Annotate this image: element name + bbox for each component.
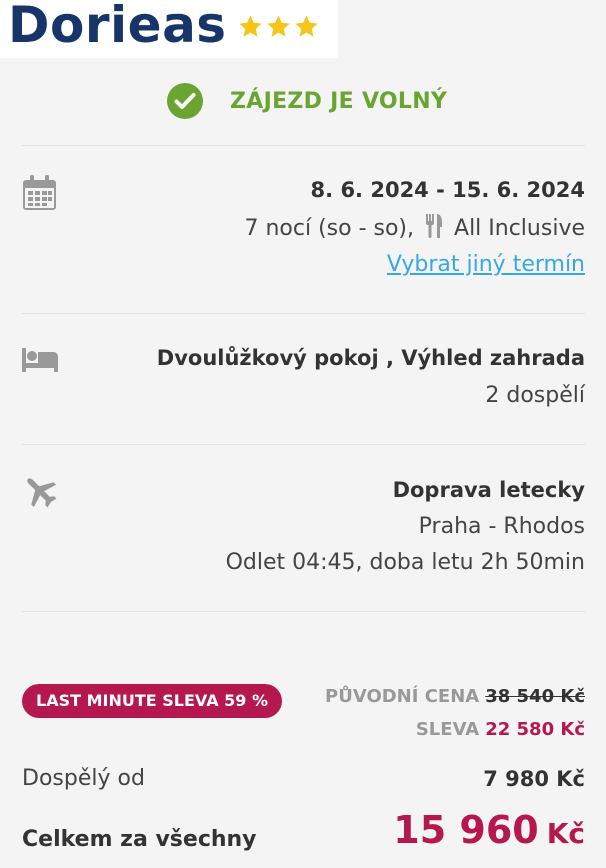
original-price-label: PŮVODNÍ CENA [325,686,480,707]
status-text: ZÁJEZD JE VOLNÝ [230,88,448,114]
total-price: 15 960 Kč [393,808,585,852]
term-dates: 8. 6. 2024 - 15. 6. 2024 [310,178,585,202]
term-info: 7 nocí (so - so), All Inclusive [244,214,585,241]
transport-title: Doprava letecky [392,478,585,502]
adult-price: 7 980 Kč [483,767,585,791]
star-icon [295,15,318,37]
divider [22,145,585,146]
divider [22,611,585,612]
term-nights: 7 nocí (so - so), [244,216,415,241]
original-price-row: PŮVODNÍ CENA 38 540 Kč [325,686,585,707]
bed-icon [22,348,58,372]
room-occupancy: 2 dospělí [485,383,585,408]
divider [22,313,585,314]
total-label: Celkem za všechny [22,827,257,852]
transport-route: Praha - Rhodos [418,514,585,539]
availability-status: ZÁJEZD JE VOLNÝ [167,83,447,119]
discount-price: 22 580 Kč [485,719,585,740]
last-minute-badge: LAST MINUTE SLEVA 59 % [22,684,283,718]
cutlery-icon [426,214,443,238]
original-price: 38 540 Kč [485,686,585,707]
change-term-link[interactable]: Vybrat jiný termín [387,252,585,277]
total-currency: Kč [546,817,585,850]
star-icon [239,15,262,37]
room-type: Dvoulůžkový pokoj , Výhled zahrada [156,346,585,370]
hotel-header: Dorieas [0,0,338,58]
star-icon [267,15,290,37]
calendar-icon [23,175,56,210]
plane-icon [27,478,57,508]
check-circle-icon [167,83,203,119]
discount-row: SLEVA 22 580 Kč [416,719,585,740]
adult-price-label: Dospělý od [22,766,145,791]
total-amount: 15 960 [393,808,539,852]
discount-label: SLEVA [415,719,480,740]
hotel-name: Dorieas [8,0,227,54]
hotel-stars [238,14,319,39]
divider [22,444,585,445]
term-board: All Inclusive [454,216,585,241]
transport-details: Odlet 04:45, doba letu 2h 50min [225,550,585,575]
